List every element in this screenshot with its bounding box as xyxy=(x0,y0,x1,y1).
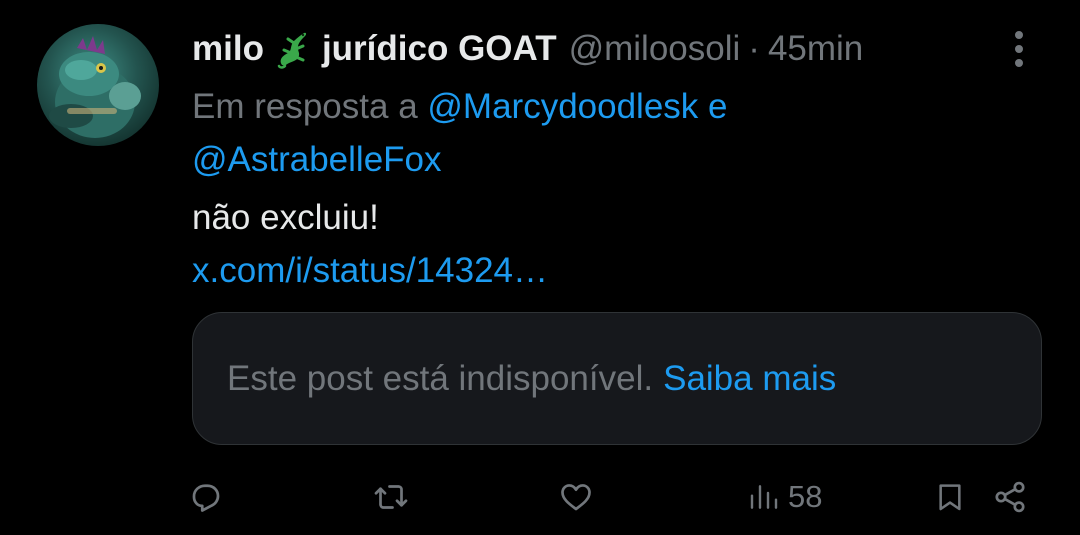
bookmark-icon xyxy=(934,479,966,515)
avatar-image xyxy=(49,36,141,138)
unavailable-message: Este post está indisponível. xyxy=(227,358,654,398)
mention-link[interactable]: @AstrabelleFox xyxy=(192,140,442,179)
share-icon xyxy=(992,479,1028,515)
reply-prefix: Em resposta a xyxy=(192,87,418,126)
share-button[interactable] xyxy=(992,472,1028,522)
bookmark-button[interactable] xyxy=(934,472,966,522)
display-name-text: milo xyxy=(192,29,264,68)
like-button[interactable] xyxy=(558,472,594,522)
display-name-suffix: jurídico GOAT xyxy=(321,29,557,68)
author-handle[interactable]: @miloosoli xyxy=(569,25,741,73)
mention-link[interactable]: @Marcydoodlesk xyxy=(427,87,698,126)
reply-context: Em resposta a @Marcydoodlesk e @Astrabel… xyxy=(192,80,1052,186)
display-name[interactable]: milo jurídico GOAT xyxy=(192,25,557,73)
reply-icon xyxy=(188,479,224,515)
status-link[interactable]: x.com/i/status/14324… xyxy=(192,244,548,297)
more-vertical-icon[interactable] xyxy=(1008,28,1030,70)
tweet-text: não excluiu! x.com/i/status/14324… xyxy=(192,191,548,297)
lizard-icon xyxy=(274,29,310,69)
timestamp[interactable]: 45min xyxy=(768,25,863,73)
views-button[interactable]: 58 xyxy=(748,472,822,522)
views-count: 58 xyxy=(788,479,823,514)
views-icon xyxy=(748,479,780,515)
repost-button[interactable] xyxy=(372,472,410,522)
quote-card[interactable]: Este post está indisponível. Saiba mais xyxy=(192,312,1042,445)
action-bar: 58 xyxy=(0,472,1080,522)
learn-more-link[interactable]: Saiba mais xyxy=(663,359,836,399)
reply-button[interactable] xyxy=(188,472,224,522)
tweet-header: milo jurídico GOAT @miloosoli · 45min xyxy=(192,25,863,73)
tweet[interactable]: milo jurídico GOAT @miloosoli · 45min Em… xyxy=(0,0,1080,535)
separator-dot: · xyxy=(748,29,760,68)
reply-conjunction: e xyxy=(708,87,728,126)
avatar[interactable] xyxy=(37,24,159,146)
heart-icon xyxy=(558,479,594,515)
repost-icon xyxy=(372,479,410,515)
tweet-text-content: não excluiu! xyxy=(192,198,379,237)
